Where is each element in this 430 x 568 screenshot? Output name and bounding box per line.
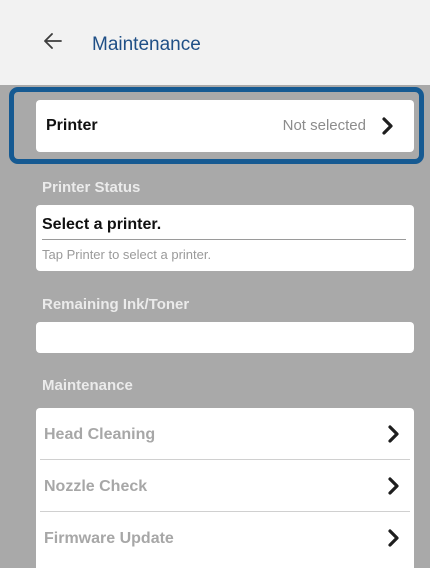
printer-selector[interactable]: Printer Not selected	[36, 100, 414, 152]
chevron-right-icon	[382, 117, 393, 135]
list-item-label: Firmware Update	[44, 530, 174, 547]
printer-value: Not selected	[282, 117, 366, 134]
maintenance-list: Head Cleaning Nozzle Check Firmware Upda…	[36, 408, 414, 568]
chevron-right-icon	[388, 529, 399, 547]
ink-level-panel	[36, 322, 414, 353]
list-item-label: Head Cleaning	[44, 426, 156, 443]
firmware-update-item[interactable]: Firmware Update	[36, 512, 414, 564]
app-header: Maintenance	[0, 0, 430, 85]
list-item-label: Nozzle Check	[44, 478, 148, 495]
chevron-right-icon	[388, 425, 399, 443]
printer-status-hint: Tap Printer to select a printer.	[42, 247, 212, 262]
printer-status-panel: Select a printer. Tap Printer to select …	[36, 205, 414, 271]
page-title: Maintenance	[92, 34, 201, 55]
status-divider	[42, 239, 406, 240]
chevron-right-icon	[388, 477, 399, 495]
back-arrow-icon[interactable]	[44, 33, 62, 49]
printer-label: Printer	[46, 117, 98, 134]
maintenance-heading: Maintenance	[42, 377, 133, 394]
printer-status-heading: Printer Status	[42, 179, 141, 196]
head-cleaning-item[interactable]: Head Cleaning	[36, 408, 414, 460]
printer-status-title: Select a printer.	[42, 216, 162, 233]
nozzle-check-item[interactable]: Nozzle Check	[36, 460, 414, 512]
ink-heading: Remaining Ink/Toner	[42, 296, 190, 313]
